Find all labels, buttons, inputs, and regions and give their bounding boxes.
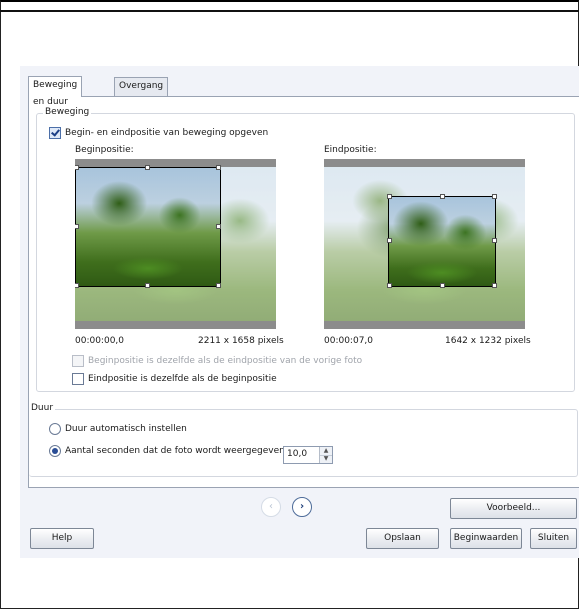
chevron-left-icon[interactable]: ‹ — [261, 497, 281, 517]
crop-handle[interactable] — [216, 165, 221, 170]
end-time-readout: 00:00:07,0 — [324, 336, 374, 346]
tab-motion-duration[interactable]: Beweging en duur — [28, 76, 83, 107]
seconds-duration-label: Aantal seconden dat de foto wordt weerge… — [65, 446, 285, 456]
preview-button[interactable]: Voorbeeld... — [450, 498, 577, 519]
radio-unselected-icon — [49, 423, 61, 435]
title-divider — [0, 10, 579, 12]
crop-handle[interactable] — [75, 224, 79, 229]
chevron-right-icon[interactable]: › — [292, 497, 312, 517]
checkbox-unchecked-icon — [72, 373, 84, 385]
crop-handle[interactable] — [492, 238, 497, 243]
specify-motion-label: Begin- en eindpositie van beweging opgev… — [65, 128, 269, 138]
crop-handle[interactable] — [492, 283, 497, 288]
begin-crop-rectangle[interactable] — [75, 167, 221, 287]
save-button[interactable]: Opslaan — [366, 528, 439, 549]
end-position-preview[interactable] — [324, 159, 525, 329]
crop-handle[interactable] — [440, 194, 445, 199]
radio-selected-icon — [49, 445, 61, 457]
begin-time-readout: 00:00:00,0 — [75, 336, 125, 346]
same-as-previous-checkbox[interactable]: Beginpositie is dezelfde als de eindposi… — [72, 355, 362, 367]
end-crop-rectangle[interactable] — [388, 196, 496, 287]
same-as-begin-checkbox[interactable]: Eindpositie is dezelfde als de beginposi… — [72, 373, 277, 385]
motion-dialog: Beweging en duur Overgang Beweging Begin… — [20, 66, 579, 558]
specify-motion-checkbox[interactable]: Begin- en eindpositie van beweging opgev… — [49, 127, 268, 139]
crop-handle[interactable] — [216, 283, 221, 288]
auto-duration-label: Duur automatisch instellen — [65, 424, 187, 434]
crop-handle[interactable] — [387, 283, 392, 288]
seconds-value[interactable]: 10,0 — [287, 449, 307, 459]
crop-handle[interactable] — [75, 283, 79, 288]
begin-position-label: Beginpositie: — [75, 145, 134, 155]
end-size-readout: 1642 x 1232 pixels — [445, 336, 531, 346]
same-as-previous-label: Beginpositie is dezelfde als de eindposi… — [88, 356, 363, 366]
help-button[interactable]: Help — [30, 528, 94, 549]
tab-panel: Beweging Begin- en eindpositie van beweg… — [28, 96, 579, 488]
defaults-button[interactable]: Beginwaarden — [450, 528, 522, 549]
crop-handle[interactable] — [387, 194, 392, 199]
crop-handle[interactable] — [75, 165, 79, 170]
seconds-duration-radio[interactable]: Aantal seconden dat de foto wordt weerge… — [49, 445, 285, 457]
tab-transition[interactable]: Overgang — [114, 77, 169, 96]
crop-handle[interactable] — [440, 283, 445, 288]
duration-group: Duur Duur automatisch instellen Aantal s… — [29, 403, 578, 477]
crop-handle[interactable] — [145, 283, 150, 288]
close-button[interactable]: Sluiten — [530, 528, 577, 549]
spin-buttons: ▲ ▼ — [319, 447, 332, 463]
auto-duration-radio[interactable]: Duur automatisch instellen — [49, 423, 187, 435]
checkbox-unchecked-icon — [72, 355, 84, 367]
motion-group: Beweging Begin- en eindpositie van beweg… — [36, 107, 575, 392]
seconds-spinbox[interactable]: 10,0 ▲ ▼ — [283, 446, 333, 464]
begin-size-readout: 2211 x 1658 pixels — [198, 336, 284, 346]
crop-handle[interactable] — [216, 224, 221, 229]
begin-position-preview[interactable] — [75, 159, 276, 329]
triangle-down-icon[interactable]: ▼ — [320, 455, 332, 463]
duration-legend: Duur — [29, 403, 56, 413]
checkbox-checked-icon — [49, 127, 61, 139]
crop-handle[interactable] — [387, 238, 392, 243]
crop-handle[interactable] — [492, 194, 497, 199]
end-position-label: Eindpositie: — [324, 145, 377, 155]
crop-handle[interactable] — [145, 165, 150, 170]
same-as-begin-label: Eindpositie is dezelfde als de beginposi… — [88, 374, 277, 384]
